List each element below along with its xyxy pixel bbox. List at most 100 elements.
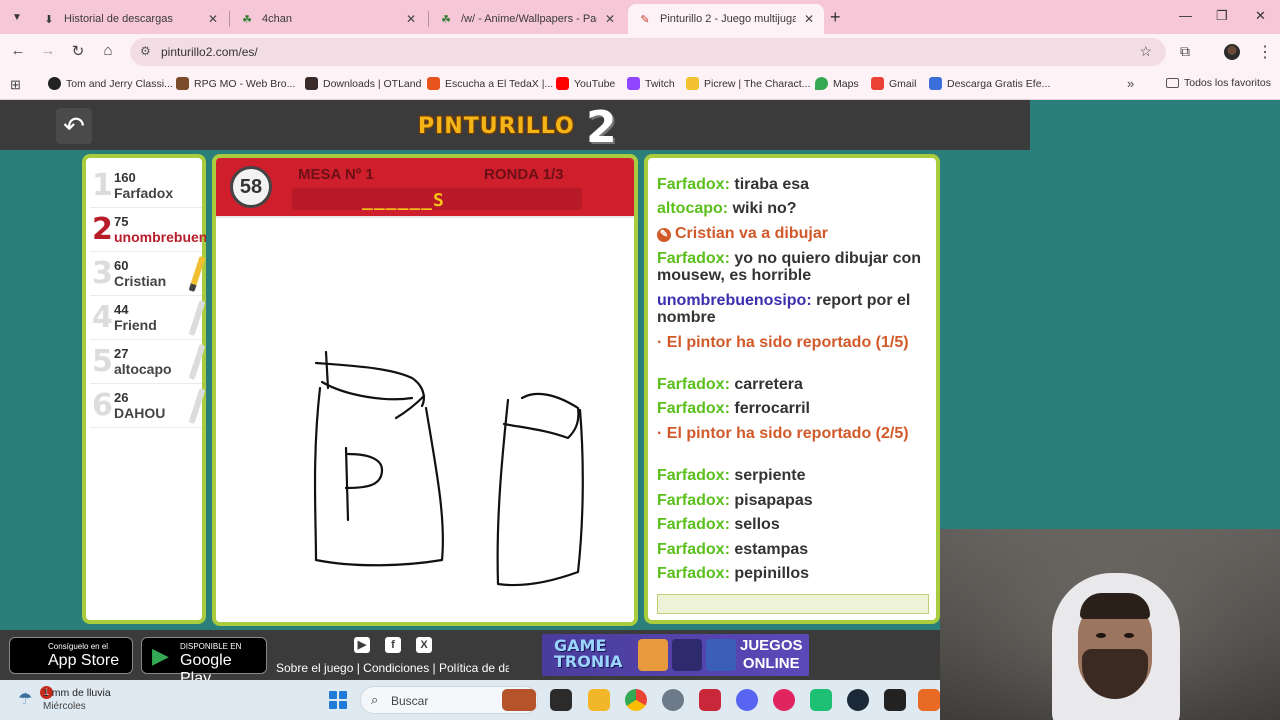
search-icon: ⌕ — [371, 692, 379, 707]
address-bar[interactable]: ⚙ pinturillo2.com/es/ ☆ — [130, 38, 1166, 66]
settings-gear-icon[interactable] — [662, 689, 684, 711]
webcam-person-eye — [1096, 633, 1106, 638]
bookmark-twitch[interactable]: Twitch — [627, 77, 675, 90]
player-rank: 3 — [92, 256, 113, 291]
bookmark-picrew[interactable]: Picrew | The Charact... — [686, 77, 810, 90]
tab-downloads[interactable]: ⬇ Historial de descargas ✕ — [32, 4, 228, 34]
menu-kebab-icon[interactable]: ⋮ — [1257, 42, 1273, 62]
tab-wallpapers[interactable]: ☘ /w/ - Anime/Wallpapers - Page ✕ — [429, 4, 625, 34]
drawing-canvas[interactable] — [216, 216, 634, 622]
app-store-badge[interactable]: Consíguelo en el App Store — [9, 637, 133, 674]
chat-input[interactable] — [657, 594, 929, 614]
badge-caption: DISPONIBLE EN — [180, 642, 242, 651]
apps-grid-icon[interactable]: ⊞ — [10, 77, 21, 93]
chat-text: estampas — [734, 541, 809, 558]
drawing-stroke — [344, 446, 350, 522]
logo-word: PINTURILLO — [418, 114, 575, 139]
bookmark-descarga[interactable]: Descarga Gratis Efe... — [929, 77, 1050, 90]
close-icon[interactable]: ✕ — [406, 12, 416, 26]
steam-icon[interactable] — [847, 689, 869, 711]
bookmark-youtube[interactable]: YouTube — [556, 77, 615, 90]
player-drawing — [313, 350, 584, 587]
file-explorer-icon[interactable] — [588, 689, 610, 711]
chat-author: Farfadox: — [657, 376, 730, 393]
bookmark-gmail[interactable]: Gmail — [871, 77, 916, 90]
bookmark-otland[interactable]: Downloads | OTLand — [305, 77, 421, 90]
reload-icon[interactable]: ↻ — [68, 42, 88, 60]
player-score: 60 — [114, 258, 129, 273]
facebook-icon[interactable]: f — [385, 637, 401, 653]
extensions-puzzle-icon[interactable]: ⧉ — [1180, 43, 1190, 60]
bookmark-star-icon[interactable]: ☆ — [1139, 43, 1152, 60]
app-icon[interactable] — [918, 689, 940, 711]
terminal-icon[interactable] — [550, 689, 572, 711]
discord-icon[interactable] — [736, 689, 758, 711]
gametronia-banner[interactable]: GAME TRONIA JUEGOS ONLINE — [542, 634, 809, 676]
tab-title: Pinturillo 2 - Juego multijugado — [660, 13, 796, 25]
bookmark-label: Twitch — [645, 77, 675, 90]
bookmark-label: Tom and Jerry Classi... — [66, 77, 173, 90]
x-icon[interactable]: X — [416, 637, 432, 653]
epic-games-icon[interactable] — [884, 689, 906, 711]
player-rank: 4 — [92, 300, 113, 335]
profile-avatar[interactable] — [1224, 44, 1240, 60]
pencil-icon: ✎ — [640, 13, 650, 26]
footer-links[interactable]: Sobre el juego | Condiciones | Política … — [276, 661, 509, 675]
windows-start-icon[interactable] — [329, 691, 347, 709]
more-bookmarks-chevron-icon[interactable]: » — [1127, 76, 1134, 91]
chat-message: Farfadox: yo no quiero dibujar con mouse… — [657, 250, 933, 284]
back-arrow-icon[interactable]: ← — [8, 42, 28, 59]
chat-message: Farfadox: sellos — [657, 516, 933, 533]
tab-4chan[interactable]: ☘ 4chan ✕ — [230, 4, 426, 34]
player-score: 160 — [114, 170, 136, 185]
bookmark-label: Downloads | OTLand — [323, 77, 422, 90]
player-row: 1 160 Farfadox — [90, 164, 202, 208]
forward-arrow-icon[interactable]: → — [38, 42, 58, 59]
site-info-icon[interactable]: ⚙ — [140, 44, 151, 58]
drawing-stroke — [320, 380, 426, 420]
table-number: MESA Nº 1 — [298, 166, 374, 183]
home-icon[interactable]: ⌂ — [98, 42, 118, 59]
word-hint: ______S — [362, 190, 445, 211]
gametronia-logo: GAME TRONIA — [554, 638, 623, 670]
pencil-alert-icon: ✎ — [657, 228, 671, 242]
bookmark-rpg-mo[interactable]: RPG MO - Web Bro... — [176, 77, 295, 90]
bookmark-label: Gmail — [889, 77, 917, 90]
window-close-icon[interactable]: ✕ — [1255, 8, 1266, 24]
tab-title: 4chan — [262, 13, 292, 25]
webcam-person-hair — [1080, 593, 1150, 619]
bookmark-label: Descarga Gratis Efe... — [947, 77, 1051, 90]
google-play-badge[interactable]: ▶ DISPONIBLE EN Google Play — [141, 637, 267, 687]
player-row: 6 26 DAHOU — [90, 384, 206, 428]
chat-message: Farfadox: pisapapas — [657, 492, 933, 509]
youtube-icon[interactable]: ▶ — [354, 637, 370, 653]
minimize-icon[interactable]: — — [1179, 8, 1192, 23]
media-player-icon[interactable] — [773, 689, 795, 711]
new-tab-plus-icon[interactable]: + — [830, 7, 841, 28]
system-text: · El pintor ha sido reportado (1/5) — [657, 334, 909, 351]
search-highlight-icon[interactable] — [502, 689, 536, 711]
pinturillo-logo[interactable]: PINTURILLO 2 — [418, 102, 618, 156]
bookmark-tom-and-jerry[interactable]: Tom and Jerry Classi... — [48, 77, 173, 90]
weather-widget[interactable]: ☂ 1 1 mm de lluvia Miércoles — [14, 685, 134, 715]
chat-author: unombrebuenosipo: — [657, 292, 812, 309]
chat-text: sellos — [734, 516, 780, 533]
chat-author: Farfadox: — [657, 492, 730, 509]
bookmark-tedax[interactable]: Escucha a El TedaX |... — [427, 77, 553, 90]
game-pass-icon[interactable] — [810, 689, 832, 711]
all-bookmarks-folder[interactable]: Todos los favoritos — [1166, 77, 1271, 89]
browser-toolbar: ← → ↻ ⌂ ⚙ pinturillo2.com/es/ ☆ — [0, 34, 1280, 70]
tab-search-chevron-icon[interactable]: ▼ — [6, 6, 28, 28]
close-icon[interactable]: ✕ — [208, 12, 218, 26]
chrome-icon[interactable] — [625, 689, 647, 711]
back-button[interactable]: ↶ — [56, 108, 92, 144]
players-panel: 1 160 Farfadox 2 75 unombrebuenosipo 3 6… — [82, 154, 206, 624]
bookmark-maps[interactable]: Maps — [815, 77, 859, 90]
acrobat-icon[interactable] — [699, 689, 721, 711]
close-icon[interactable]: ✕ — [605, 12, 615, 26]
tab-pinturillo[interactable]: ✎ Pinturillo 2 - Juego multijugado ✕ — [628, 4, 824, 34]
close-icon[interactable]: ✕ — [804, 12, 814, 26]
restore-icon[interactable]: ❐ — [1216, 8, 1228, 24]
banner-cta: JUEGOS ONLINE — [740, 637, 803, 673]
chat-message: Farfadox: pepinillos — [657, 565, 933, 582]
